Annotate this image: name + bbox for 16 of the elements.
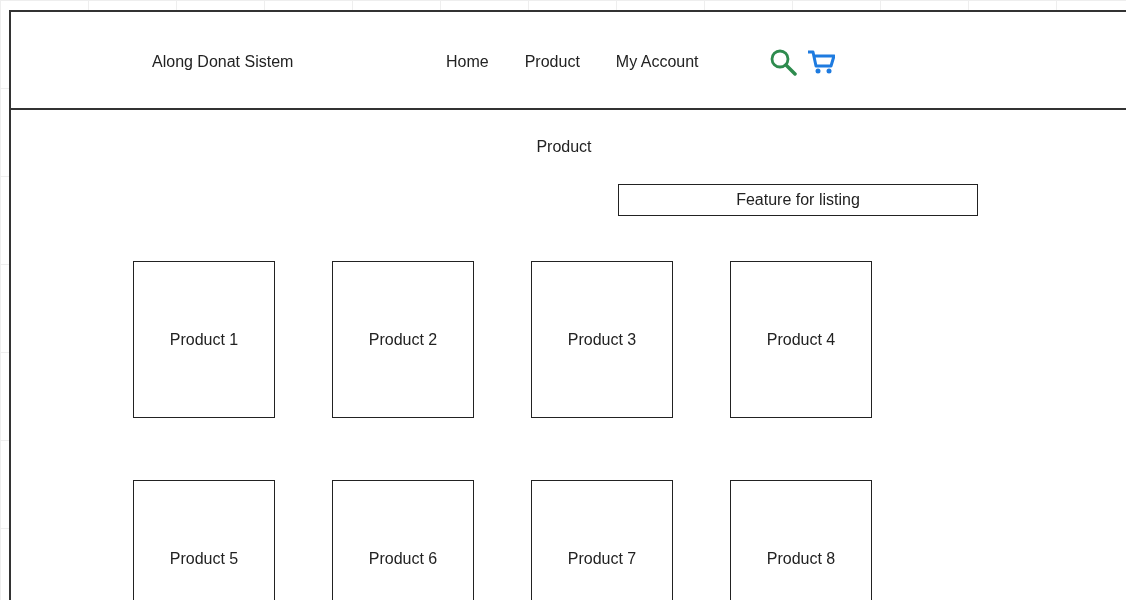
product-card[interactable]: Product 1	[133, 261, 275, 418]
feature-box: Feature for listing	[618, 184, 978, 216]
product-card[interactable]: Product 4	[730, 261, 872, 418]
nav-link[interactable]: My Account	[615, 53, 699, 71]
cart-icon[interactable]	[806, 49, 835, 75]
product-card[interactable]: Product 6	[332, 480, 474, 600]
product-card[interactable]: Product 5	[133, 480, 275, 600]
search-icon[interactable]	[768, 48, 797, 76]
nav-link[interactable]: Home	[446, 53, 489, 71]
page-heading: Product	[535, 138, 593, 156]
nav-link[interactable]: Product	[524, 53, 580, 71]
product-card[interactable]: Product 3	[531, 261, 673, 418]
site-title: Along Donat Sistem	[152, 53, 295, 71]
product-card[interactable]: Product 7	[531, 480, 673, 600]
product-card[interactable]: Product 8	[730, 480, 872, 600]
product-card[interactable]: Product 2	[332, 261, 474, 418]
